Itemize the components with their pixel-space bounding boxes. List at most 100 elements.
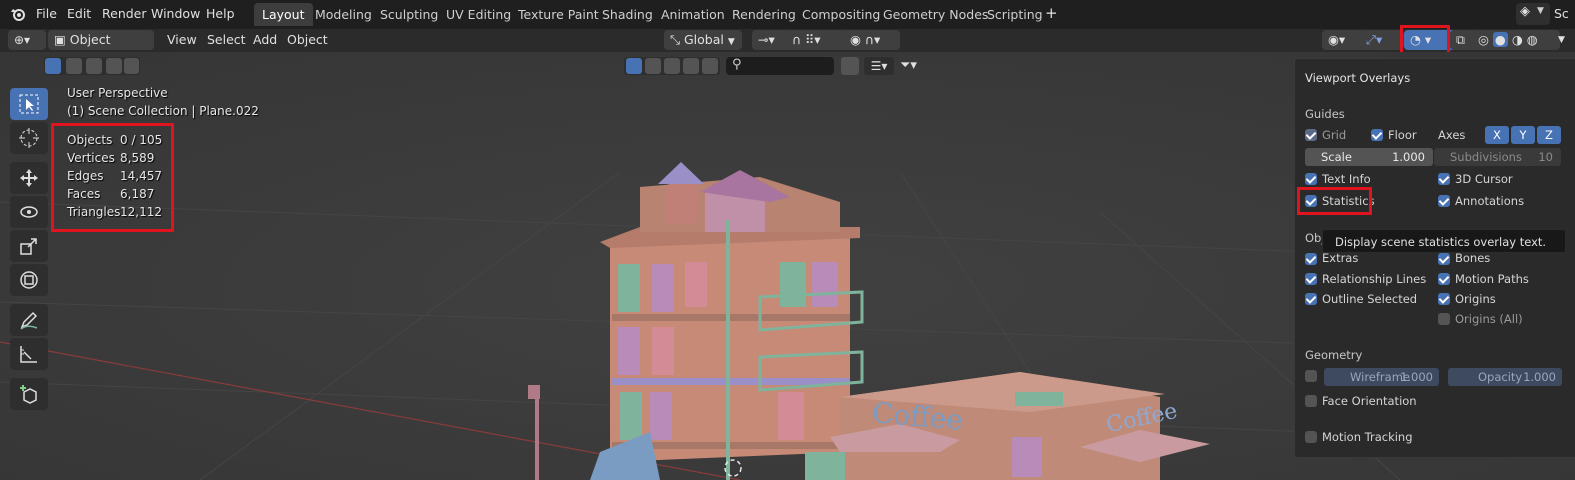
tool-measure[interactable]: [10, 338, 48, 370]
annotations-checkbox[interactable]: [1438, 195, 1450, 207]
mode-dropdown[interactable]: ▣ Object Mode▼: [48, 30, 154, 67]
3d-cursor-checkbox[interactable]: [1438, 173, 1450, 185]
tab-sculpting[interactable]: Sculpting: [372, 3, 446, 26]
menu-add[interactable]: Add: [253, 32, 277, 47]
face-orientation-checkbox[interactable]: [1305, 395, 1317, 407]
text-info-checkbox[interactable]: [1305, 173, 1317, 185]
proportional-editing-toggle[interactable]: ◉ ∩▾: [844, 30, 900, 50]
tool-select-box[interactable]: [10, 88, 48, 120]
chevron-down-icon[interactable]: ▼: [1558, 35, 1565, 45]
scale-value: 1.000: [1392, 150, 1425, 164]
3d-cursor-label: 3D Cursor: [1455, 172, 1513, 186]
tab-scripting[interactable]: Scripting: [979, 3, 1051, 26]
axis-y-toggle[interactable]: Y: [1511, 126, 1535, 144]
rendered-shading-icon[interactable]: ◍: [1527, 32, 1538, 47]
orientation-label: Global: [683, 32, 724, 47]
add-workspace-button[interactable]: +: [1045, 4, 1058, 22]
tab-rendering[interactable]: Rendering: [724, 3, 804, 26]
top-menu-bar: File Edit Render Window Help Layout Mode…: [0, 0, 1575, 29]
geometry-heading: Geometry: [1305, 348, 1363, 362]
select-subtract-icon[interactable]: [86, 58, 102, 74]
extras-checkbox[interactable]: [1305, 253, 1317, 265]
menu-object[interactable]: Object: [287, 32, 328, 47]
tool-annotate[interactable]: [10, 304, 48, 336]
subdivisions-value: 10: [1538, 150, 1553, 164]
floor-label: Floor: [1388, 128, 1417, 142]
selectable-icon[interactable]: [626, 58, 642, 74]
wireframe-field[interactable]: Wireframe 1.000: [1324, 368, 1439, 386]
opacity-value: 1.000: [1523, 370, 1556, 384]
select-extend-icon[interactable]: [66, 58, 82, 74]
globe-icon[interactable]: [664, 58, 680, 74]
menu-select[interactable]: Select: [207, 32, 246, 47]
restrict-toggle-icon[interactable]: [841, 57, 859, 75]
select-box-icon: [19, 94, 39, 114]
blender-logo-icon[interactable]: [10, 6, 26, 22]
scale-label: Scale: [1321, 150, 1352, 164]
gizmo-dropdown[interactable]: ⤢▾: [1360, 30, 1404, 50]
menu-file[interactable]: File: [36, 6, 57, 21]
tool-add-cube[interactable]: [10, 378, 48, 410]
tab-uv-editing[interactable]: UV Editing: [438, 3, 519, 26]
menu-edit[interactable]: Edit: [67, 6, 91, 21]
wireframe-checkbox[interactable]: [1305, 370, 1317, 382]
opacity-field[interactable]: Opacity 1.000: [1448, 368, 1562, 386]
filter-dropdown[interactable]: ⏷▾: [900, 57, 934, 75]
origins-label: Origins: [1455, 292, 1496, 306]
scale-icon: [20, 238, 37, 255]
scene-name-field[interactable]: Sc: [1554, 6, 1569, 21]
tab-texture-paint[interactable]: Texture Paint: [510, 3, 607, 26]
tool-scale[interactable]: [10, 230, 48, 262]
editor-type-button[interactable]: ⊕▾: [8, 30, 46, 50]
material-shading-icon[interactable]: ◑: [1512, 32, 1523, 47]
relationship-lines-label: Relationship Lines: [1322, 272, 1427, 286]
floor-checkbox[interactable]: [1371, 129, 1383, 141]
scene-selector[interactable]: ◈ ▼: [1516, 3, 1550, 25]
viewport-search-input[interactable]: ⚲: [726, 57, 834, 75]
tool-cursor[interactable]: [10, 122, 48, 154]
wireframe-value: 1.000: [1400, 370, 1433, 384]
axis-x-toggle[interactable]: X: [1485, 126, 1509, 144]
filter-icon: ⏷▾: [900, 58, 917, 73]
select-difference-icon[interactable]: [106, 58, 122, 74]
statistics-tooltip: Display scene statistics overlay text.: [1322, 229, 1566, 253]
origins-checkbox[interactable]: [1438, 293, 1450, 305]
camera-icon[interactable]: [683, 58, 699, 74]
snap-toggle[interactable]: ∩ ⠿▾: [786, 30, 850, 50]
outline-selected-checkbox[interactable]: [1305, 293, 1317, 305]
subdivisions-field[interactable]: Subdivisions 10: [1434, 148, 1561, 166]
transform-orientation-dropdown[interactable]: ⤡ Global ▼: [664, 30, 742, 50]
origins-all-checkbox[interactable]: [1438, 313, 1450, 325]
tab-modeling[interactable]: Modeling: [307, 3, 380, 26]
menu-view[interactable]: View: [167, 32, 197, 47]
tab-layout[interactable]: Layout: [254, 3, 313, 26]
text-info-label: Text Info: [1322, 172, 1371, 186]
tool-transform[interactable]: [10, 264, 48, 296]
select-new-icon[interactable]: [45, 58, 61, 74]
tool-rotate[interactable]: [10, 196, 48, 228]
motion-tracking-checkbox[interactable]: [1305, 431, 1317, 443]
solid-icon[interactable]: [645, 58, 661, 74]
axis-z-toggle[interactable]: Z: [1537, 126, 1561, 144]
solid-shading-icon[interactable]: ●: [1492, 32, 1508, 47]
menu-window[interactable]: Window: [151, 6, 200, 21]
bones-checkbox[interactable]: [1438, 253, 1450, 265]
grid-checkbox[interactable]: [1305, 129, 1317, 141]
sort-dropdown[interactable]: ☰▾: [864, 57, 894, 75]
relationship-lines-checkbox[interactable]: [1305, 273, 1317, 285]
tab-animation[interactable]: Animation: [653, 3, 733, 26]
select-mode-group: [44, 57, 140, 75]
tab-shading[interactable]: Shading: [594, 3, 661, 26]
annotations-label: Annotations: [1455, 194, 1525, 208]
tool-move[interactable]: [10, 162, 48, 194]
chevron-down-icon: ▼: [1537, 6, 1544, 16]
menu-render[interactable]: Render: [102, 6, 147, 21]
magnet-icon: ∩ ⠿▾: [792, 32, 821, 47]
motion-paths-checkbox[interactable]: [1438, 273, 1450, 285]
select-intersect-icon[interactable]: [124, 58, 139, 74]
wireframe-shading-icon[interactable]: ◎: [1478, 32, 1489, 47]
proportional-icon: ◉ ∩▾: [850, 32, 881, 47]
hand-icon[interactable]: [702, 58, 718, 74]
scale-field[interactable]: Scale 1.000: [1305, 148, 1433, 166]
menu-help[interactable]: Help: [206, 6, 235, 21]
